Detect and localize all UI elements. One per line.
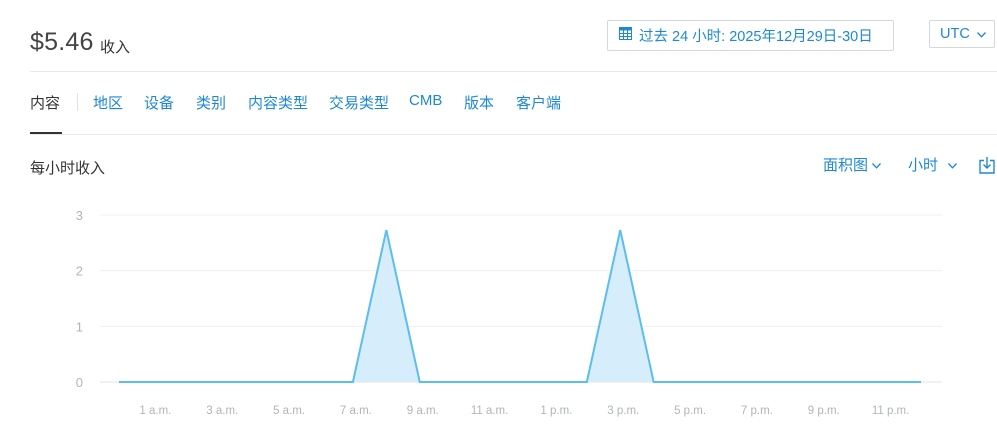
x-tick-label: 1 a.m. [139, 405, 171, 417]
x-tick-label: 11 a.m. [471, 405, 509, 417]
y-tick-label: 2 [76, 264, 83, 279]
series-area [119, 230, 921, 382]
x-tick-label: 5 a.m. [273, 405, 305, 417]
x-tick-label: 3 a.m. [206, 405, 238, 417]
x-tick-label: 9 a.m. [407, 405, 439, 417]
series-line [119, 229, 921, 383]
x-tick-label: 9 p.m. [808, 405, 840, 417]
y-tick-label: 0 [76, 375, 83, 390]
x-tick-label: 3 p.m. [607, 405, 639, 417]
x-tick-label: 1 p.m. [540, 405, 572, 417]
y-tick-label: 1 [76, 319, 83, 334]
hourly-revenue-chart: 0 1 2 3 1 a.m. 3 a.m. 5 a.m. 7 a.m. 9 a.m. 11 a.… [76, 208, 942, 417]
x-tick-label: 5 p.m. [674, 405, 706, 417]
y-tick-label: 3 [76, 208, 83, 223]
x-tick-label: 7 a.m. [340, 405, 372, 417]
x-tick-label: 7 p.m. [741, 405, 773, 417]
x-tick-label: 11 p.m. [872, 405, 910, 417]
